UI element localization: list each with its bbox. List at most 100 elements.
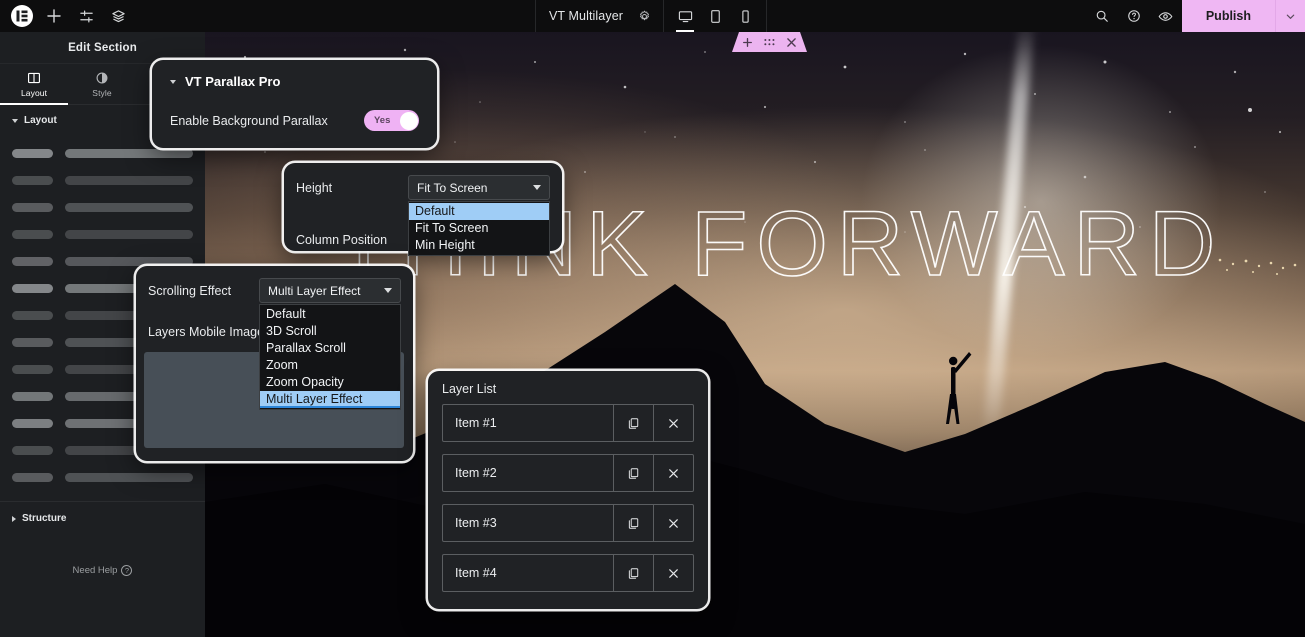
site-settings-button[interactable] [70, 0, 102, 32]
tab-style-label: Style [92, 87, 112, 98]
skeleton-row [12, 194, 193, 221]
skeleton-label [12, 392, 53, 401]
select-option[interactable]: Zoom Opacity [260, 374, 400, 391]
height-select-value: Fit To Screen [417, 180, 488, 195]
height-select[interactable]: Fit To Screen [408, 175, 550, 200]
skeleton-row [12, 221, 193, 248]
select-option[interactable]: Default [260, 306, 400, 323]
layer-item-label: Item #2 [455, 466, 497, 480]
document-title: VT Multilayer [549, 9, 624, 23]
elementor-logo-button[interactable] [6, 0, 38, 32]
section-close-icon[interactable] [787, 38, 796, 47]
section-drag-handle-icon[interactable] [764, 38, 775, 47]
eye-icon [1158, 11, 1173, 21]
gear-icon [640, 10, 650, 20]
layer-list-item[interactable]: Item #1 [442, 404, 694, 442]
enable-background-parallax-label: Enable Background Parallax [170, 113, 328, 128]
select-option[interactable]: Default [409, 203, 549, 220]
device-mobile-button[interactable] [730, 0, 760, 32]
scrolling-effect-select[interactable]: Multi Layer Effect [259, 278, 401, 303]
structure-layers-button[interactable] [102, 0, 134, 32]
tab-layout[interactable]: Layout [0, 64, 68, 105]
need-help-label: Need Help [72, 565, 118, 576]
contrast-circle-icon [96, 72, 108, 83]
column-position-label: Column Position [296, 233, 388, 247]
document-settings-button[interactable] [636, 10, 663, 23]
layer-list-item[interactable]: Item #4 [442, 554, 694, 592]
skeleton-label [12, 446, 53, 455]
section-toolbar[interactable] [732, 32, 807, 52]
copy-icon [628, 467, 639, 479]
structure-section-header[interactable]: Structure [0, 502, 205, 535]
layer-item-label: Item #1 [455, 416, 497, 430]
duplicate-layer-button[interactable] [613, 455, 653, 491]
desktop-icon [678, 10, 692, 22]
scrolling-effect-select-value: Multi Layer Effect [268, 283, 361, 298]
duplicate-layer-button[interactable] [613, 555, 653, 591]
layer-list-item[interactable]: Item #3 [442, 504, 694, 542]
select-option[interactable]: Multi Layer Effect [260, 391, 400, 408]
layer-list-panel: Layer List Item #1 Item #2 Item #3 Item #4 [428, 371, 708, 609]
skeleton-field [64, 257, 193, 266]
select-option[interactable]: 3D Scroll [260, 323, 400, 340]
select-option[interactable]: Parallax Scroll [260, 340, 400, 357]
skeleton-field [64, 149, 193, 158]
layer-item-label: Item #3 [455, 516, 497, 530]
remove-layer-button[interactable] [653, 555, 693, 591]
select-option[interactable]: Fit To Screen [409, 220, 549, 237]
finder-search-button[interactable] [1086, 0, 1118, 32]
layer-list-items: Item #1 Item #2 Item #3 Item #4 [442, 404, 694, 592]
need-help-link[interactable]: Need Help ? [0, 565, 205, 576]
select-option[interactable]: Min Height [409, 237, 549, 254]
skeleton-label [12, 149, 53, 158]
caret-right-icon [12, 515, 16, 522]
caret-down-icon [384, 288, 392, 293]
skeleton-field [64, 230, 193, 239]
height-row: Height Fit To Screen [296, 175, 550, 200]
sliders-icon [79, 10, 93, 22]
section-add-icon[interactable] [743, 38, 752, 47]
device-desktop-button[interactable] [670, 0, 700, 32]
mobile-icon [741, 9, 749, 23]
skeleton-label [12, 365, 53, 374]
remove-layer-button[interactable] [653, 455, 693, 491]
skeleton-field [64, 203, 193, 212]
tablet-icon [710, 9, 720, 23]
select-option[interactable]: Zoom [260, 357, 400, 374]
top-toolbar: VT Multilayer Publish [0, 0, 1305, 32]
skeleton-label [12, 419, 53, 428]
layer-list-item[interactable]: Item #2 [442, 454, 694, 492]
publish-button[interactable]: Publish [1181, 0, 1275, 32]
publish-options-button[interactable] [1275, 0, 1305, 32]
help-button[interactable] [1118, 0, 1150, 32]
skeleton-label [12, 473, 53, 482]
enable-background-parallax-toggle[interactable]: Yes [364, 110, 419, 131]
elementor-logo-icon [11, 5, 33, 27]
elementor-editor-window: VT Multilayer Publish Edit Section Layou… [0, 0, 1305, 637]
preview-changes-button[interactable] [1150, 0, 1182, 32]
copy-icon [628, 567, 639, 579]
height-select-options[interactable]: Default Fit To Screen Min Height [408, 201, 550, 256]
layers-icon [111, 9, 125, 22]
toggle-knob [399, 111, 418, 130]
vt-parallax-pro-title: VT Parallax Pro [185, 74, 281, 89]
duplicate-layer-button[interactable] [613, 505, 653, 541]
vt-parallax-pro-panel: VT Parallax Pro Enable Background Parall… [152, 60, 437, 148]
add-element-button[interactable] [38, 0, 70, 32]
tab-style[interactable]: Style [68, 64, 136, 104]
height-label: Height [296, 180, 333, 195]
structure-section-title: Structure [22, 513, 67, 524]
vt-parallax-pro-header[interactable]: VT Parallax Pro [170, 74, 419, 89]
layer-list-title: Layer List [442, 382, 497, 396]
remove-layer-button[interactable] [653, 405, 693, 441]
skeleton-row [12, 167, 193, 194]
scrolling-effect-label: Scrolling Effect [148, 283, 232, 298]
scrolling-effect-row: Scrolling Effect Multi Layer Effect [148, 278, 401, 303]
remove-layer-button[interactable] [653, 505, 693, 541]
duplicate-layer-button[interactable] [613, 405, 653, 441]
layout-section-title: Layout [24, 115, 57, 126]
scrolling-effect-select-options[interactable]: Default 3D Scroll Parallax Scroll Zoom Zoom … [259, 304, 401, 410]
question-circle-icon: ? [121, 565, 133, 576]
toggle-value-label: Yes [374, 115, 391, 126]
device-tablet-button[interactable] [700, 0, 730, 32]
